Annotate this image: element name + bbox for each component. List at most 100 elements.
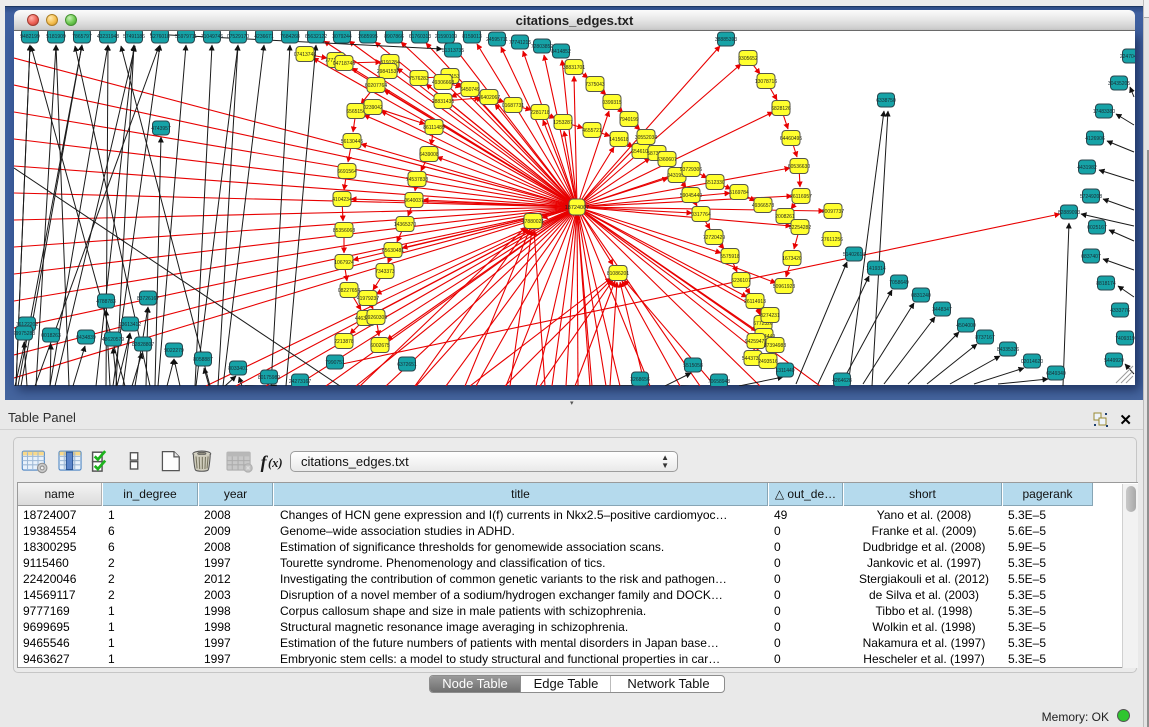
svg-text:7865797: 7865797 xyxy=(72,34,92,40)
svg-text:7375043: 7375043 xyxy=(585,82,605,88)
svg-text:6691564: 6691564 xyxy=(337,169,357,175)
svg-text:77741215: 77741215 xyxy=(509,40,531,46)
svg-text:18724007: 18724007 xyxy=(565,205,589,211)
svg-text:2685995: 2685995 xyxy=(358,34,378,40)
svg-text:82254282: 82254282 xyxy=(789,225,811,231)
svg-text:24273167: 24273167 xyxy=(289,379,311,385)
svg-text:57249208: 57249208 xyxy=(1080,194,1102,200)
svg-text:2493516: 2493516 xyxy=(758,359,778,365)
svg-text:17483380: 17483380 xyxy=(1093,109,1115,115)
svg-text:56130445: 56130445 xyxy=(341,139,363,145)
svg-text:1311440: 1311440 xyxy=(775,368,794,374)
svg-text:0640037: 0640037 xyxy=(404,198,424,204)
svg-text:0025167: 0025167 xyxy=(1087,225,1107,231)
svg-text:22470455: 22470455 xyxy=(1120,54,1135,60)
svg-text:3079244: 3079244 xyxy=(332,34,352,40)
svg-text:6450749: 6450749 xyxy=(460,87,480,93)
svg-text:0837407: 0837407 xyxy=(1081,254,1101,260)
svg-text:7990751: 7990751 xyxy=(325,360,345,366)
svg-text:0831240: 0831240 xyxy=(911,293,931,299)
svg-text:72803852: 72803852 xyxy=(531,44,553,50)
svg-text:0399315: 0399315 xyxy=(602,100,622,106)
svg-text:55979711: 55979711 xyxy=(175,34,197,40)
svg-text:86111489: 86111489 xyxy=(423,125,445,131)
svg-text:72720429: 72720429 xyxy=(703,235,725,241)
svg-text:59045440: 59045440 xyxy=(680,193,702,199)
svg-text:9022279: 9022279 xyxy=(164,348,184,354)
svg-text:41979237: 41979237 xyxy=(357,296,379,302)
svg-text:2008261: 2008261 xyxy=(775,214,795,220)
svg-text:0317764: 0317764 xyxy=(691,212,711,218)
svg-text:7058649: 7058649 xyxy=(889,280,909,286)
svg-text:3274231: 3274231 xyxy=(760,313,780,319)
svg-text:38885393: 38885393 xyxy=(715,37,737,43)
svg-text:8159013: 8159013 xyxy=(462,34,482,40)
svg-text:24595711: 24595711 xyxy=(486,37,508,43)
svg-text:70658948: 70658948 xyxy=(708,379,730,385)
svg-text:07413748: 07413748 xyxy=(294,52,316,58)
svg-text:43231948: 43231948 xyxy=(97,34,119,40)
svg-text:2281718: 2281718 xyxy=(530,110,550,116)
svg-text:4264628: 4264628 xyxy=(832,378,852,384)
svg-text:6338750: 6338750 xyxy=(876,98,896,104)
svg-text:0434839: 0434839 xyxy=(76,335,96,341)
svg-text:5181909: 5181909 xyxy=(46,34,66,40)
svg-text:26114913: 26114913 xyxy=(744,299,766,305)
svg-text:76402067: 76402067 xyxy=(478,95,500,101)
svg-text:82828807: 82828807 xyxy=(132,342,154,348)
svg-text:51402614: 51402614 xyxy=(843,252,865,258)
svg-text:1253287: 1253287 xyxy=(553,120,573,126)
svg-text:0018263: 0018263 xyxy=(41,333,61,339)
svg-text:4126906: 4126906 xyxy=(1085,136,1105,142)
svg-text:(x): (x) xyxy=(268,456,283,470)
svg-text:29841537: 29841537 xyxy=(377,69,399,75)
svg-text:5169784: 5169784 xyxy=(729,190,749,196)
svg-text:93729306: 93729306 xyxy=(680,167,702,173)
svg-text:29975288: 29975288 xyxy=(14,331,35,337)
svg-text:20097737: 20097737 xyxy=(822,209,844,215)
svg-text:8818174: 8818174 xyxy=(1096,281,1116,287)
svg-text:30552034: 30552034 xyxy=(635,135,657,141)
svg-text:48620579: 48620579 xyxy=(102,337,124,343)
svg-text:60207764: 60207764 xyxy=(365,83,387,89)
svg-text:7409319: 7409319 xyxy=(1115,336,1135,342)
svg-text:57491186: 57491186 xyxy=(123,34,145,40)
svg-text:5276018: 5276018 xyxy=(150,34,170,40)
svg-text:8907866: 8907866 xyxy=(384,34,404,40)
svg-text:83726167: 83726167 xyxy=(137,296,159,302)
svg-text:1673420: 1673420 xyxy=(782,256,802,262)
svg-text:6236107: 6236107 xyxy=(731,278,751,284)
svg-text:50961923: 50961923 xyxy=(773,284,795,290)
svg-text:28831436: 28831436 xyxy=(432,99,454,105)
svg-text:13613412: 13613412 xyxy=(119,322,141,328)
svg-text:8737167: 8737167 xyxy=(975,335,995,341)
svg-text:1067924: 1067924 xyxy=(334,260,354,266)
svg-text:4655721: 4655721 xyxy=(582,128,602,134)
svg-text:82889093: 82889093 xyxy=(1058,210,1080,216)
svg-text:8058887: 8058887 xyxy=(193,357,213,363)
svg-text:87394983: 87394983 xyxy=(764,343,786,349)
svg-text:4743957: 4743957 xyxy=(151,126,171,132)
svg-text:4333776: 4333776 xyxy=(1110,308,1130,314)
svg-text:0239042: 0239042 xyxy=(363,105,383,111)
svg-text:8414852: 8414852 xyxy=(551,49,571,55)
svg-text:64460495: 64460495 xyxy=(780,136,802,142)
svg-text:49366578: 49366578 xyxy=(752,203,774,209)
svg-text:5575918: 5575918 xyxy=(720,254,740,260)
svg-text:38831701: 38831701 xyxy=(563,65,585,71)
svg-text:7684268: 7684268 xyxy=(280,34,300,40)
svg-text:84335326: 84335326 xyxy=(997,347,1019,353)
svg-text:60536630: 60536630 xyxy=(788,164,810,170)
svg-text:61760313: 61760313 xyxy=(409,34,431,40)
svg-text:49306668: 49306668 xyxy=(432,80,454,86)
svg-text:04718746: 04718746 xyxy=(333,61,355,67)
svg-text:4431982: 4431982 xyxy=(1077,165,1097,171)
svg-text:09260309: 09260309 xyxy=(365,315,387,321)
svg-text:17880021: 17880021 xyxy=(522,219,544,225)
svg-text:2213878: 2213878 xyxy=(334,339,354,345)
svg-text:3268656: 3268656 xyxy=(630,377,650,383)
svg-text:13078716: 13078716 xyxy=(755,79,777,85)
svg-text:1419314: 1419314 xyxy=(866,266,886,272)
svg-text:81086201: 81086201 xyxy=(607,271,629,277)
svg-text:07529170: 07529170 xyxy=(227,34,249,40)
